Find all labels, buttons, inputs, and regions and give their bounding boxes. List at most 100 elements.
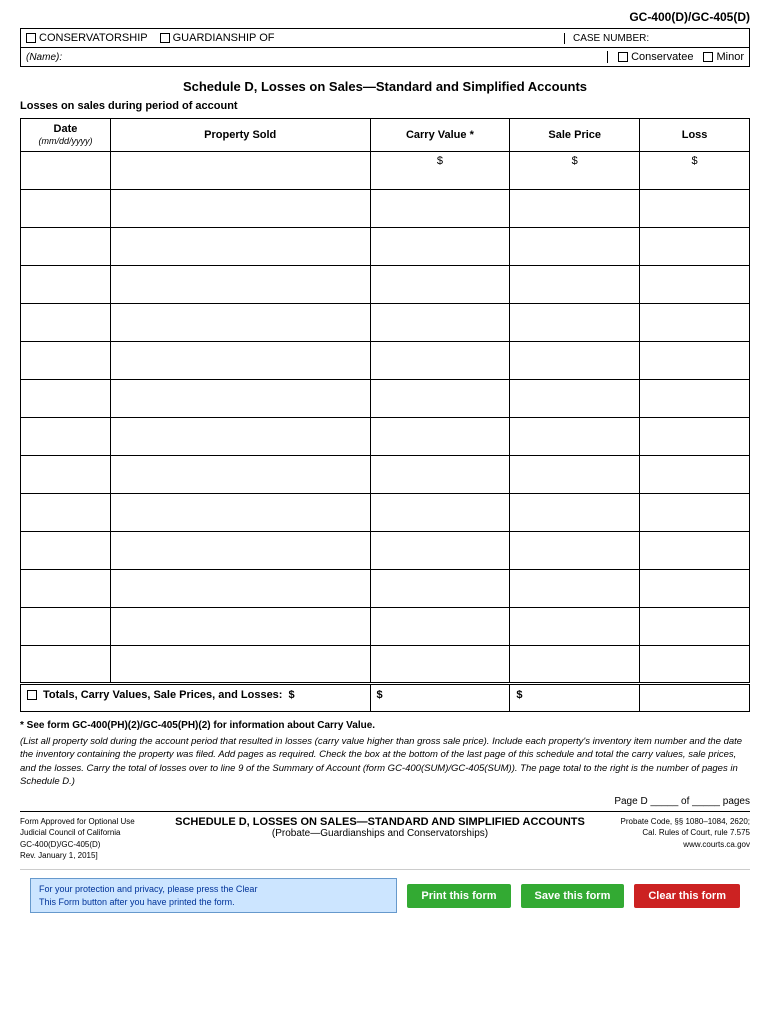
loss-cell-5[interactable]	[640, 304, 750, 342]
carry-cell-2[interactable]	[370, 190, 510, 228]
carry-cell-9[interactable]	[370, 456, 510, 494]
date-cell-5[interactable]	[21, 304, 111, 342]
date-cell-12[interactable]	[21, 570, 111, 608]
loss-cell-9[interactable]	[640, 456, 750, 494]
carry-dollar-1: $	[437, 155, 443, 167]
carry-cell-6[interactable]	[370, 342, 510, 380]
sale-cell-8[interactable]	[510, 418, 640, 456]
totals-loss-cell[interactable]	[640, 684, 750, 712]
carry-cell-13[interactable]	[370, 608, 510, 646]
date-cell-13[interactable]	[21, 608, 111, 646]
property-cell-6[interactable]	[110, 342, 370, 380]
date-cell-8[interactable]	[21, 418, 111, 456]
carry-cell-8[interactable]	[370, 418, 510, 456]
loss-cell-1[interactable]: $	[640, 152, 750, 190]
property-cell-10[interactable]	[110, 494, 370, 532]
sale-cell-3[interactable]	[510, 228, 640, 266]
property-cell-9[interactable]	[110, 456, 370, 494]
date-cell-11[interactable]	[21, 532, 111, 570]
date-cell-2[interactable]	[21, 190, 111, 228]
carry-cell-5[interactable]	[370, 304, 510, 342]
page: GC-400(D)/GC-405(D) CONSERVATORSHIP GUAR…	[0, 0, 770, 1024]
sale-cell-11[interactable]	[510, 532, 640, 570]
totals-dollar-sign: $	[288, 689, 294, 701]
date-cell-9[interactable]	[21, 456, 111, 494]
print-button[interactable]: Print this form	[407, 884, 510, 908]
sale-cell-5[interactable]	[510, 304, 640, 342]
table-row	[21, 532, 750, 570]
property-cell-5[interactable]	[110, 304, 370, 342]
table-header-row: Date (mm/dd/yyyy) Property Sold Carry Va…	[21, 119, 750, 152]
loss-cell-8[interactable]	[640, 418, 750, 456]
date-cell-1[interactable]	[21, 152, 111, 190]
sale-cell-9[interactable]	[510, 456, 640, 494]
property-cell-8[interactable]	[110, 418, 370, 456]
footer-left-line3: GC-400(D)/GC-405(D)	[20, 839, 140, 850]
property-cell-14[interactable]	[110, 646, 370, 684]
loss-cell-2[interactable]	[640, 190, 750, 228]
totals-checkbox[interactable]	[27, 690, 37, 700]
guardianship-checkbox[interactable]	[160, 33, 170, 43]
totals-sale-cell[interactable]: $	[510, 684, 640, 712]
loss-cell-10[interactable]	[640, 494, 750, 532]
property-cell-13[interactable]	[110, 608, 370, 646]
minor-checkbox[interactable]	[703, 52, 713, 62]
property-cell-4[interactable]	[110, 266, 370, 304]
totals-carry-cell[interactable]: $	[370, 684, 510, 712]
table-row	[21, 646, 750, 684]
date-cell-7[interactable]	[21, 380, 111, 418]
clear-button[interactable]: Clear this form	[634, 884, 740, 908]
col-header-loss: Loss	[640, 119, 750, 152]
date-cell-4[interactable]	[21, 266, 111, 304]
loss-cell-7[interactable]	[640, 380, 750, 418]
sale-cell-2[interactable]	[510, 190, 640, 228]
loss-cell-12[interactable]	[640, 570, 750, 608]
date-cell-14[interactable]	[21, 646, 111, 684]
carry-cell-10[interactable]	[370, 494, 510, 532]
footer-left-line2: Judicial Council of California	[20, 827, 140, 838]
property-cell-2[interactable]	[110, 190, 370, 228]
sale-cell-10[interactable]	[510, 494, 640, 532]
property-cell-1[interactable]	[110, 152, 370, 190]
sale-cell-6[interactable]	[510, 342, 640, 380]
sale-cell-14[interactable]	[510, 646, 640, 684]
loss-cell-4[interactable]	[640, 266, 750, 304]
sale-cell-7[interactable]	[510, 380, 640, 418]
table-header: Date (mm/dd/yyyy) Property Sold Carry Va…	[21, 119, 750, 152]
conservatee-checkbox-item: Conservatee	[618, 51, 693, 63]
property-cell-3[interactable]	[110, 228, 370, 266]
carry-cell-7[interactable]	[370, 380, 510, 418]
date-cell-6[interactable]	[21, 342, 111, 380]
property-cell-12[interactable]	[110, 570, 370, 608]
conservatee-checkbox[interactable]	[618, 52, 628, 62]
date-cell-10[interactable]	[21, 494, 111, 532]
loss-cell-13[interactable]	[640, 608, 750, 646]
loss-cell-11[interactable]	[640, 532, 750, 570]
table-row: $ $ $	[21, 152, 750, 190]
table-row	[21, 608, 750, 646]
sale-cell-4[interactable]	[510, 266, 640, 304]
form-subtitle: Losses on sales during period of account	[20, 100, 750, 112]
case-number-section: CASE NUMBER:	[564, 33, 744, 44]
carry-cell-11[interactable]	[370, 532, 510, 570]
sale-cell-12[interactable]	[510, 570, 640, 608]
col-header-sale: Sale Price	[510, 119, 640, 152]
property-cell-7[interactable]	[110, 380, 370, 418]
carry-cell-14[interactable]	[370, 646, 510, 684]
property-cell-11[interactable]	[110, 532, 370, 570]
conservatorship-checkbox[interactable]	[26, 33, 36, 43]
sale-cell-13[interactable]	[510, 608, 640, 646]
form-id: GC-400(D)/GC-405(D)	[20, 10, 750, 24]
carry-cell-4[interactable]	[370, 266, 510, 304]
carry-cell-12[interactable]	[370, 570, 510, 608]
loss-cell-14[interactable]	[640, 646, 750, 684]
date-cell-3[interactable]	[21, 228, 111, 266]
sale-cell-1[interactable]: $	[510, 152, 640, 190]
loss-cell-6[interactable]	[640, 342, 750, 380]
loss-cell-3[interactable]	[640, 228, 750, 266]
carry-cell-3[interactable]	[370, 228, 510, 266]
table-row	[21, 190, 750, 228]
footer-center-sub: (Probate—Guardianships and Conservatorsh…	[140, 828, 620, 839]
save-button[interactable]: Save this form	[521, 884, 625, 908]
carry-cell-1[interactable]: $	[370, 152, 510, 190]
